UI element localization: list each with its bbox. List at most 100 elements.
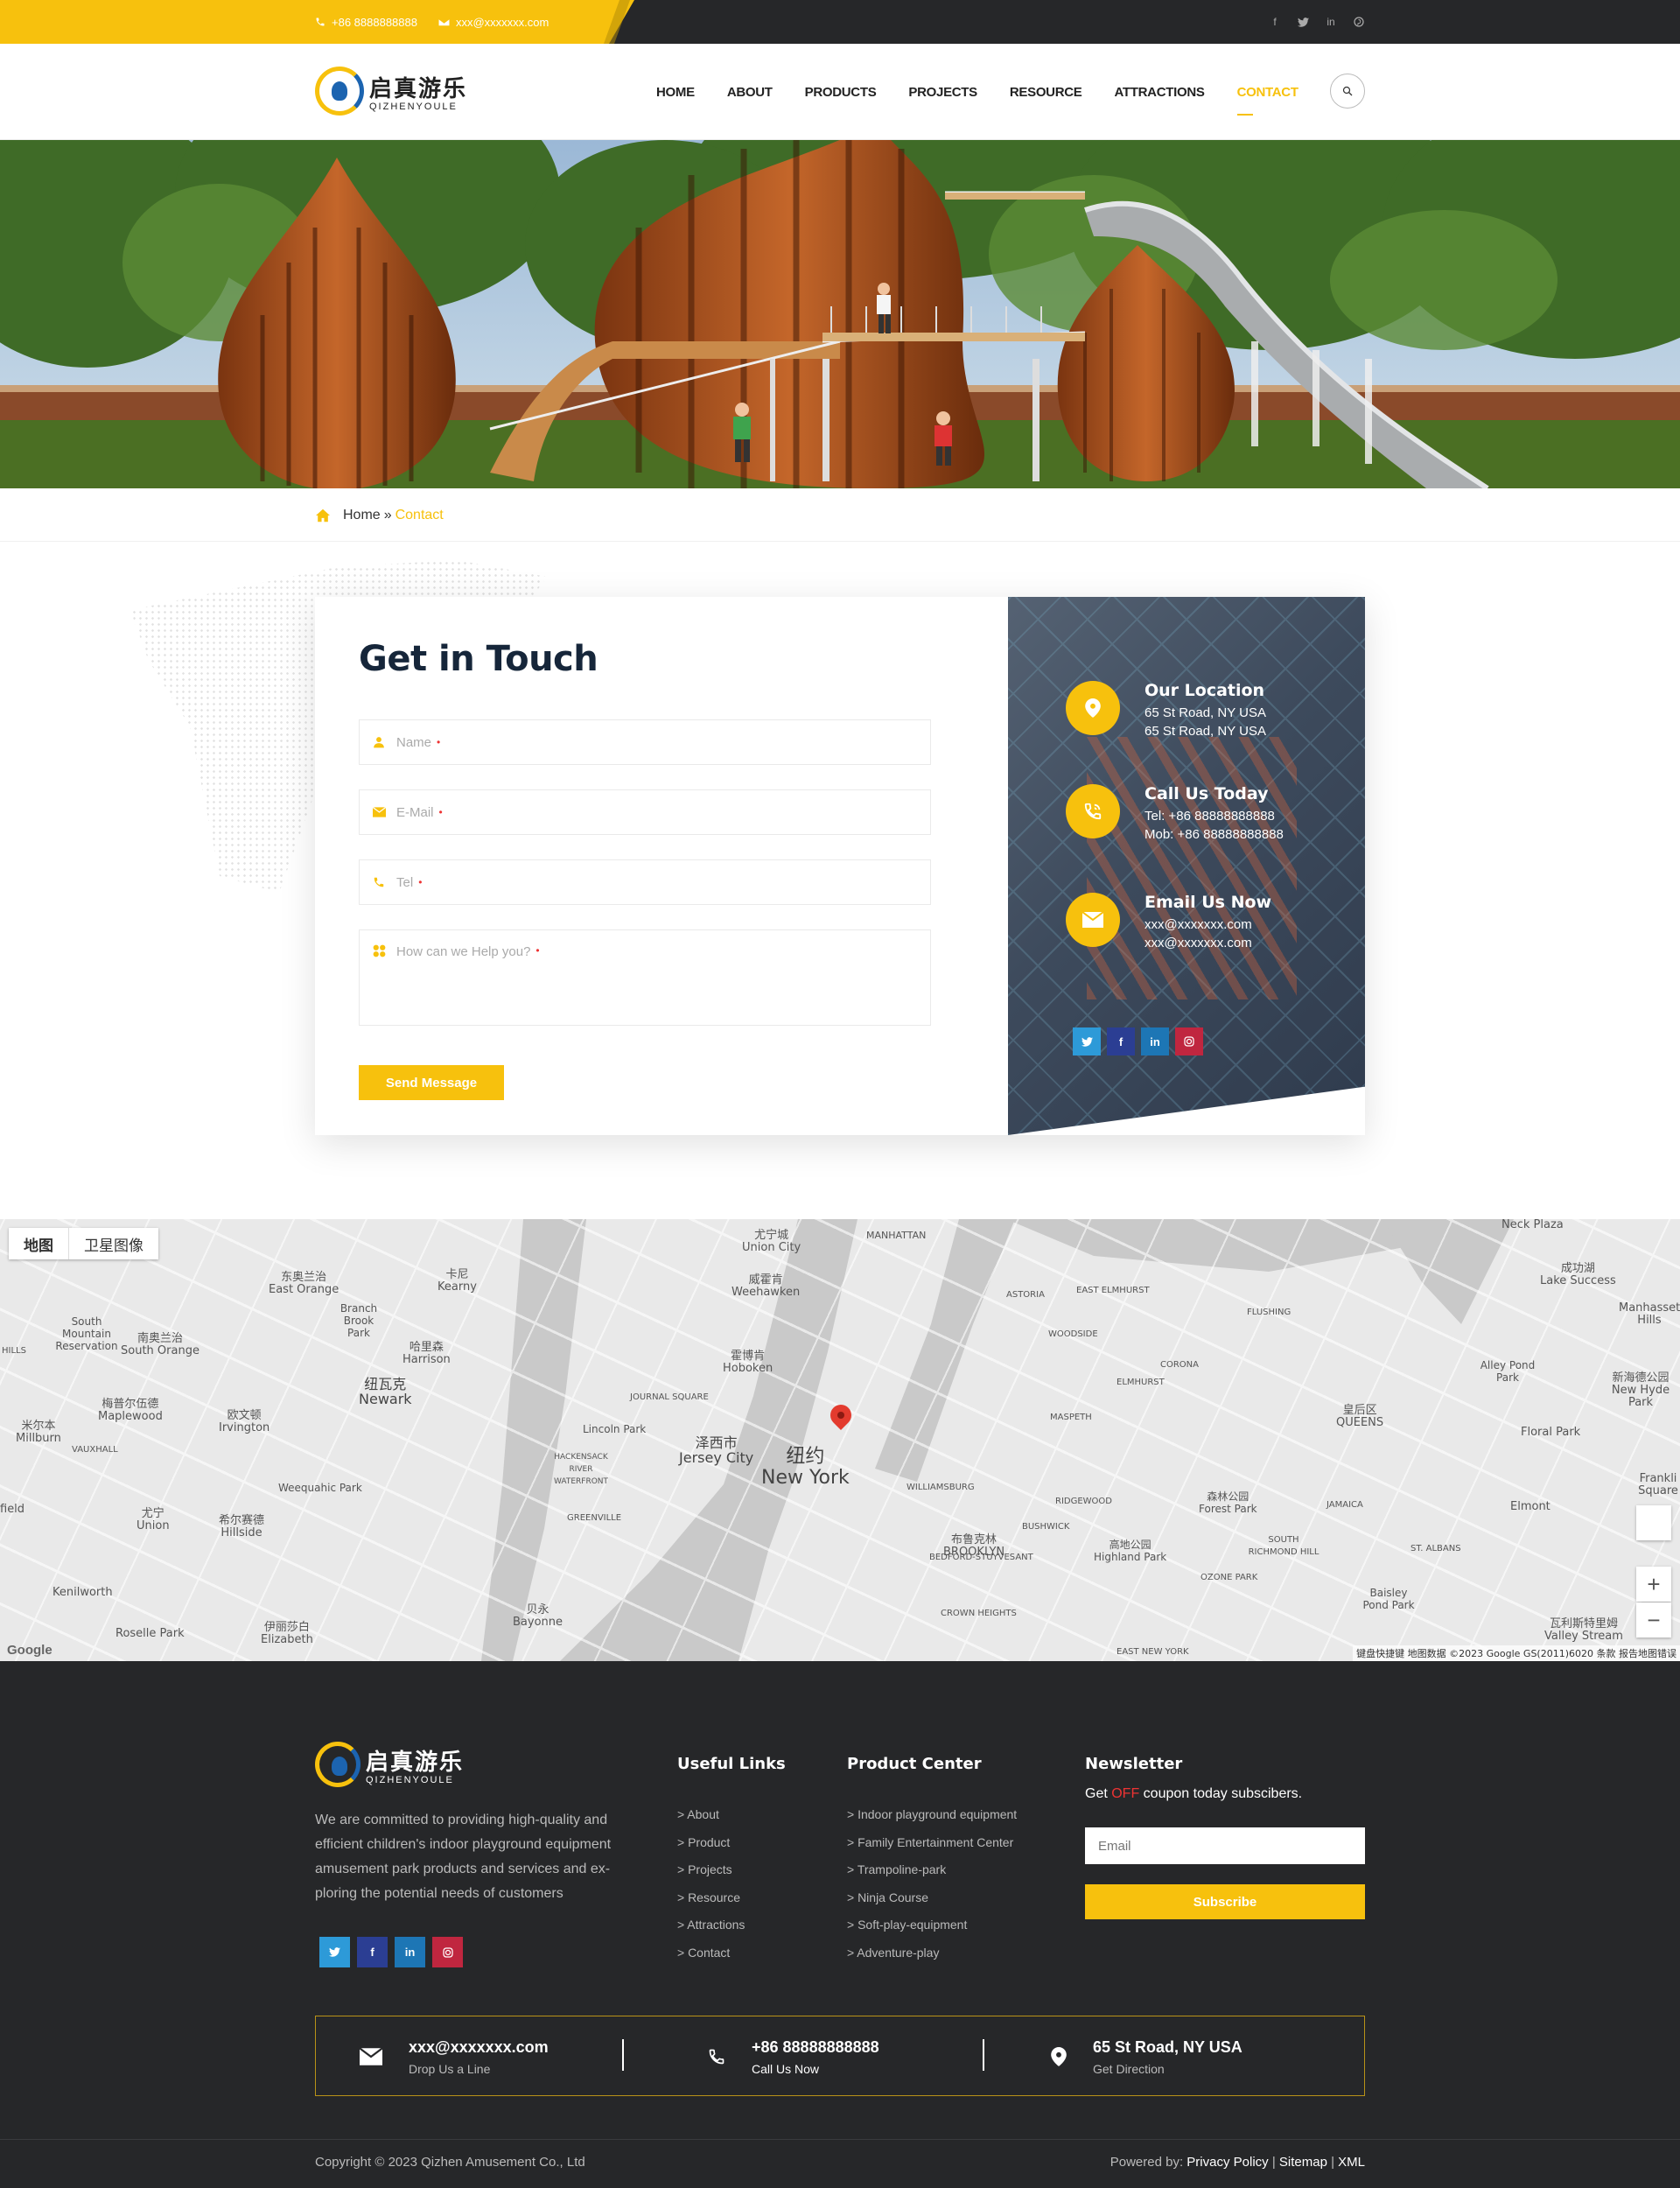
contact-card: Get in Touch Name • E-Mail • Tel • How c… — [315, 597, 1365, 1135]
privacy-link[interactable]: Privacy Policy — [1186, 2155, 1268, 2170]
map-label-jamaica: JAMAICA — [1326, 1500, 1363, 1510]
nav-contact[interactable]: CONTACT — [1236, 85, 1298, 116]
footer-product-ninja[interactable]: > Ninja Course — [847, 1884, 1017, 1912]
nav-products[interactable]: PRODUCTS — [805, 85, 877, 100]
subscribe-button[interactable]: Subscribe — [1085, 1884, 1365, 1919]
nav-about[interactable]: ABOUT — [727, 85, 773, 100]
logo[interactable]: 启真游乐 QIZHENYOULE — [315, 67, 467, 116]
map-label-manhattan: MANHATTAN — [866, 1230, 927, 1241]
footer-product-trampoline[interactable]: > Trampoline-park — [847, 1856, 1017, 1884]
twitter-icon[interactable] — [1297, 16, 1309, 28]
footer-contact-phone[interactable]: +86 88888888888 Call Us Now — [708, 2016, 879, 2097]
footer-logo[interactable]: 启真游乐 QIZHENYOULE — [315, 1742, 464, 1787]
map-label-maspeth: MASPETH — [1050, 1413, 1092, 1422]
footer-product-softplay[interactable]: > Soft-play-equipment — [847, 1911, 1017, 1939]
envelope-icon — [1066, 893, 1120, 947]
zoom-out-button[interactable]: − — [1636, 1602, 1671, 1637]
footer-link-attractions[interactable]: > Attractions — [677, 1911, 745, 1939]
nav-resource[interactable]: RESOURCE — [1010, 85, 1082, 100]
footer-link-resource[interactable]: > Resource — [677, 1884, 745, 1912]
tel-placeholder: Tel — [396, 874, 414, 890]
footer-contact-divider — [983, 2039, 984, 2071]
twitter-icon[interactable] — [1073, 1027, 1101, 1055]
footer-link-contact[interactable]: > Contact — [677, 1939, 745, 1967]
top-contact: +86 8888888888 xxx@xxxxxxx.com — [315, 0, 549, 44]
nav-projects[interactable]: PROJECTS — [908, 85, 977, 100]
map-label-roselle: Roselle Park — [116, 1627, 185, 1640]
logo-en-text: QIZHENYOULE — [369, 101, 458, 112]
map-label-hillside: 希尔赛德 Hillside — [219, 1514, 265, 1539]
map-label-branchbrook: Branch Brook Park — [340, 1302, 378, 1339]
panel-decoration — [1087, 737, 1297, 999]
map-label-southorange: 南奥兰治 South Orange — [121, 1332, 200, 1357]
footer-contact-address[interactable]: 65 St Road, NY USA Get Direction — [1051, 2016, 1242, 2097]
nav-home[interactable]: HOME — [656, 85, 695, 100]
pinterest-icon[interactable] — [1353, 16, 1365, 28]
main-nav: HOME ABOUT PRODUCTS PROJECTS RESOURCE AT… — [656, 44, 1298, 140]
map-label-forestpark: 森林公园 Forest Park — [1199, 1490, 1257, 1515]
top-phone[interactable]: +86 8888888888 — [315, 16, 417, 29]
zoom-in-button[interactable]: + — [1636, 1567, 1671, 1602]
map-label-harrison: 哈里森 Harrison — [402, 1341, 451, 1366]
facebook-icon[interactable]: f — [1107, 1027, 1135, 1055]
send-message-button[interactable]: Send Message — [359, 1065, 504, 1100]
facebook-icon[interactable]: f — [1269, 16, 1281, 28]
map-label-queens: 皇后区 QUEENS — [1336, 1404, 1384, 1429]
map-label-weequahic: Weequahic Park — [278, 1482, 362, 1494]
footer-contact-email[interactable]: xxx@xxxxxxx.com Drop Us a Line — [360, 2016, 549, 2097]
linkedin-icon[interactable]: in — [1141, 1027, 1169, 1055]
linkedin-icon[interactable]: in — [1325, 16, 1337, 28]
location-map[interactable]: 地图 卫星图像 纽约 New York 泽西市 Jersey City 纽瓦克 New… — [0, 1219, 1680, 1661]
logo-mark — [315, 67, 364, 116]
map-label-stalbans: ST. ALBANS — [1410, 1544, 1461, 1553]
location-line-1: 65 St Road, NY USA — [1144, 705, 1266, 720]
map-label-manhasset: Manhasset Hills — [1619, 1301, 1680, 1327]
map-label-unioncity: 尤宁城 Union City — [742, 1229, 802, 1254]
facebook-icon[interactable]: f — [357, 1937, 388, 1967]
email-field[interactable]: E-Mail • — [359, 789, 931, 835]
contact-form: Get in Touch Name • E-Mail • Tel • How c… — [315, 597, 1008, 1135]
sitemap-link[interactable]: Sitemap — [1279, 2155, 1327, 2170]
xml-link[interactable]: XML — [1338, 2155, 1365, 2170]
footer-product-fec[interactable]: > Family Entertainment Center — [847, 1829, 1017, 1857]
breadcrumb-home[interactable]: Home — [343, 508, 381, 523]
nav-attractions[interactable]: ATTRACTIONS — [1115, 85, 1205, 100]
fullscreen-button[interactable] — [1636, 1505, 1671, 1540]
footer-divider — [0, 2139, 1680, 2140]
tel-field[interactable]: Tel • — [359, 859, 931, 905]
map-label-elizabeth: 伊丽莎白 Elizabeth — [261, 1621, 313, 1646]
map-attribution[interactable]: 键盘快捷键 地图数据 ©2023 Google GS(2011)6020 条款 … — [1353, 1645, 1680, 1661]
footer-link-projects[interactable]: > Projects — [677, 1856, 745, 1884]
email-line-1: xxx@xxxxxxx.com — [1144, 917, 1252, 932]
footer-link-product[interactable]: > Product — [677, 1829, 745, 1857]
instagram-icon[interactable] — [1175, 1027, 1203, 1055]
map-tab-map[interactable]: 地图 — [9, 1228, 69, 1259]
phone-icon — [372, 876, 386, 888]
map-label-jersey: 泽西市 Jersey City — [679, 1434, 754, 1466]
footer-product-adventure[interactable]: > Adventure-play — [847, 1939, 1017, 1967]
map-tab-satellite[interactable]: 卫星图像 — [69, 1228, 158, 1259]
apps-icon — [372, 944, 386, 957]
twitter-icon[interactable] — [319, 1937, 350, 1967]
instagram-icon[interactable] — [432, 1937, 463, 1967]
banner-image — [0, 140, 1680, 488]
map-roads — [0, 1219, 1680, 1661]
footer-link-about[interactable]: > About — [677, 1801, 745, 1829]
footer-contact-divider — [622, 2039, 624, 2071]
location-icon — [1066, 681, 1120, 735]
location-line-2: 65 St Road, NY USA — [1144, 724, 1266, 739]
linkedin-icon[interactable]: in — [395, 1937, 425, 1967]
footer-contact-bar: xxx@xxxxxxx.com Drop Us a Line +86 888888… — [315, 2016, 1365, 2096]
newsletter-email-input[interactable] — [1085, 1827, 1365, 1864]
message-field[interactable]: How can we Help you? • — [359, 929, 931, 1026]
footer-description: We are committed to providing high-quali… — [315, 1813, 612, 1901]
location-info: Our Location 65 St Road, NY USA 65 St Ro… — [1066, 681, 1266, 740]
map-type-tabs: 地图 卫星图像 — [9, 1228, 158, 1259]
search-button[interactable] — [1330, 74, 1365, 109]
top-social: f in — [1269, 0, 1365, 44]
top-email[interactable]: xxx@xxxxxxx.com — [438, 16, 549, 29]
footer-product-indoor[interactable]: > Indoor playground equipment — [847, 1801, 1017, 1829]
name-field[interactable]: Name • — [359, 719, 931, 765]
map-label-hackensack: HACKENSACK RIVER WATERFRONT — [553, 1453, 609, 1486]
product-center-title: Product Center — [847, 1755, 982, 1773]
